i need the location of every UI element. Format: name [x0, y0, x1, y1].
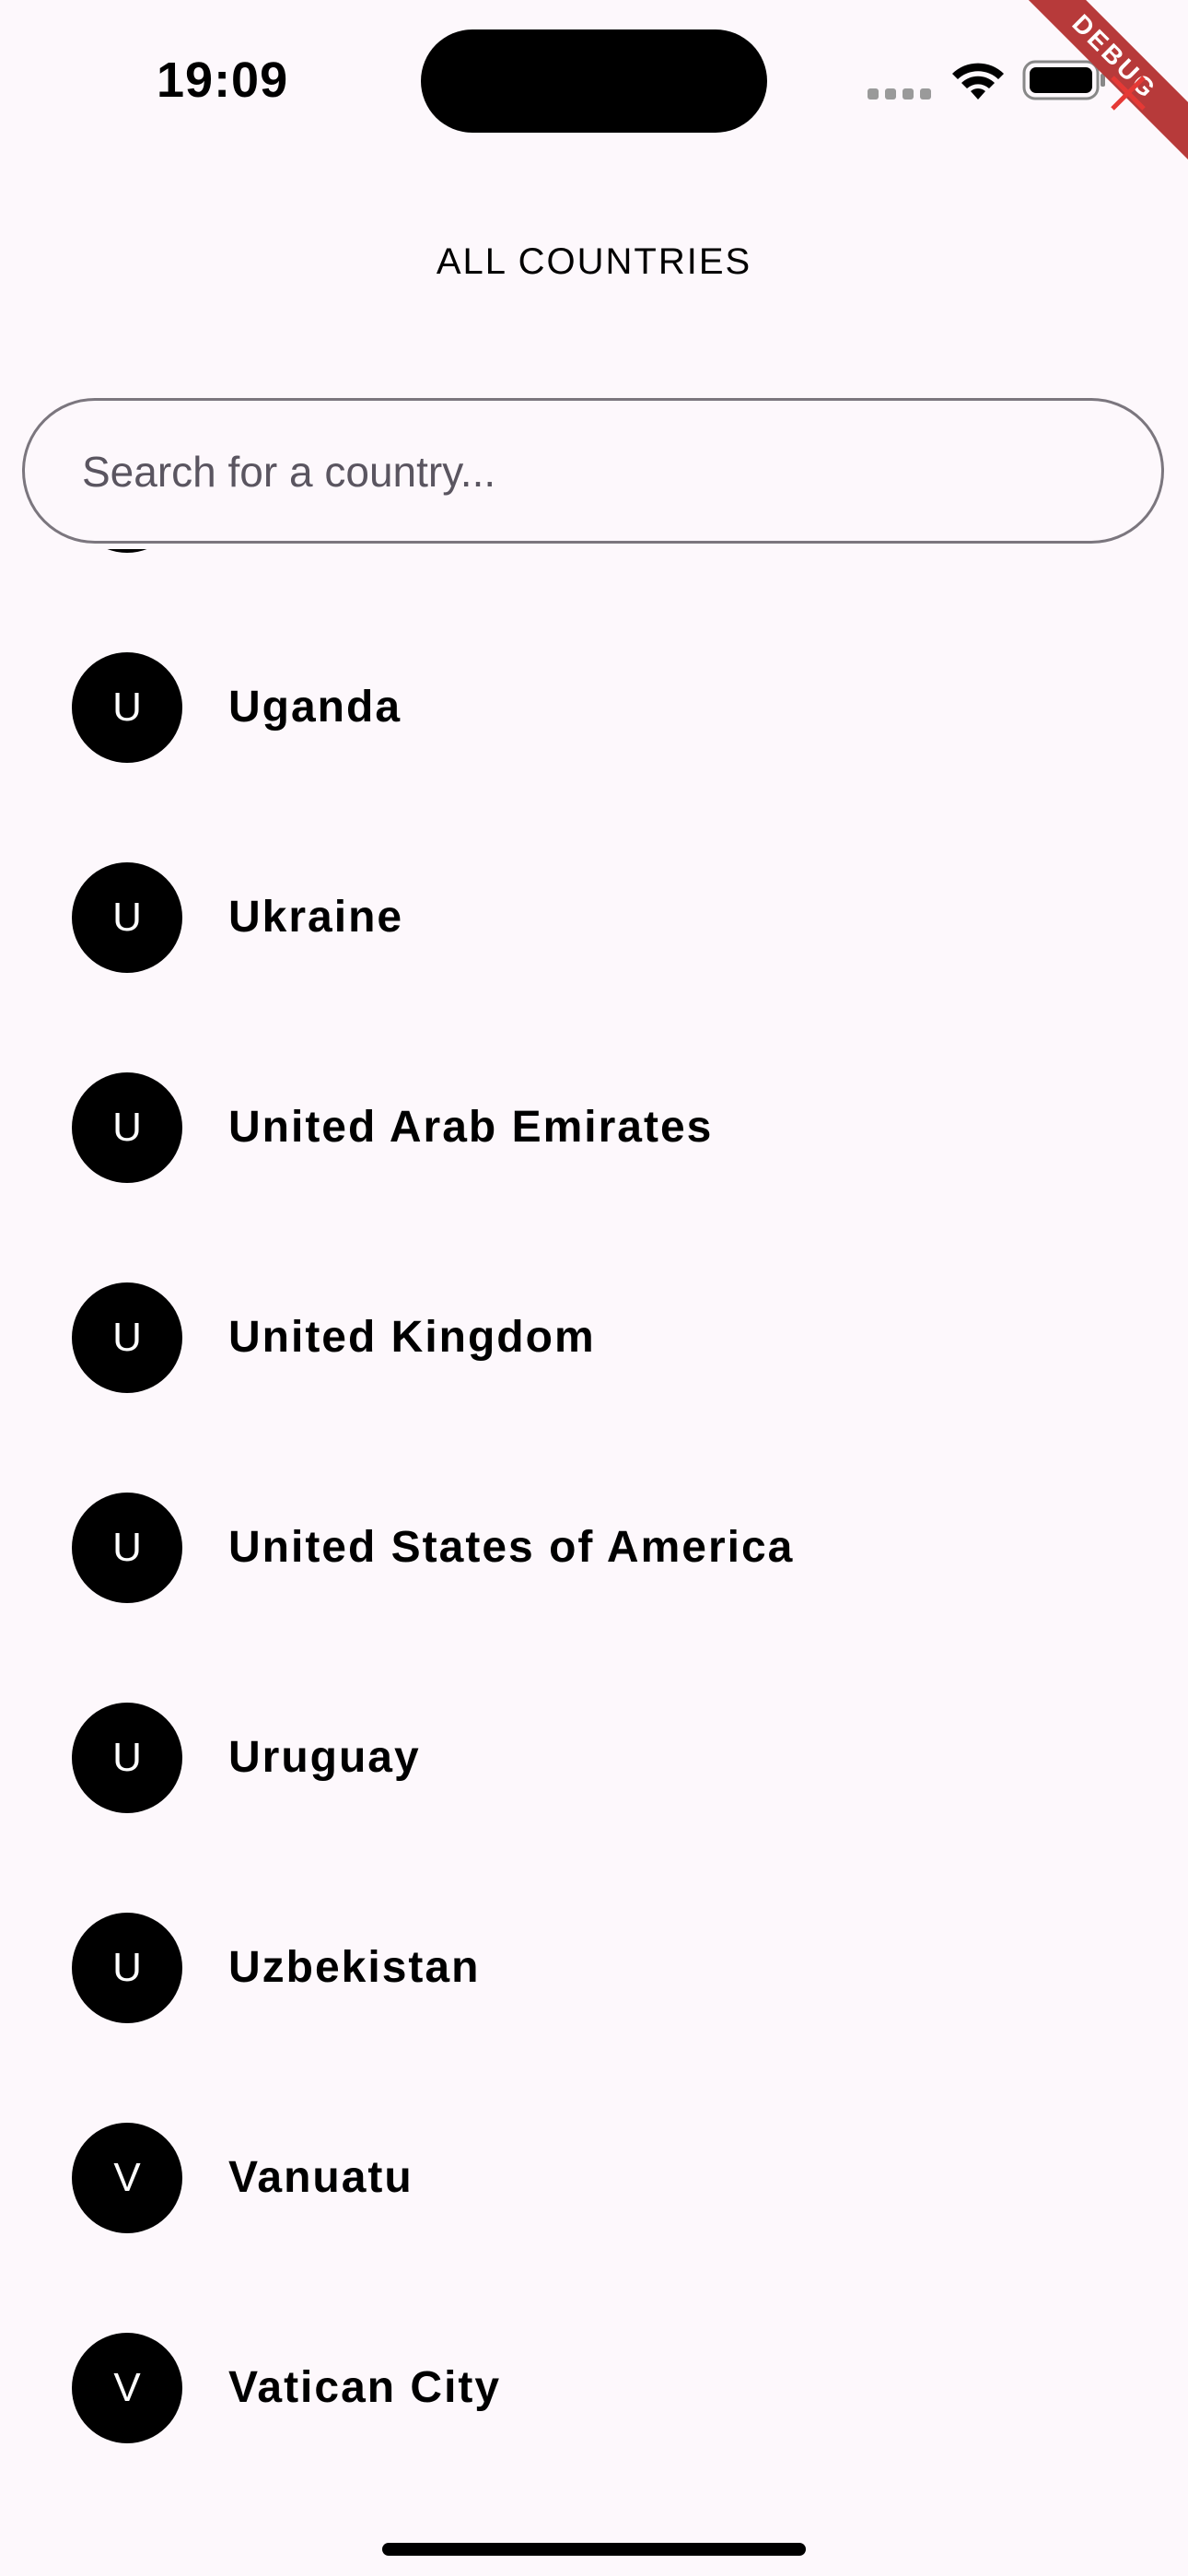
list-item[interactable]: U United Arab Emirates: [0, 1023, 1188, 1233]
search-input[interactable]: [80, 401, 1097, 543]
country-name: Vatican City: [228, 2363, 502, 2412]
country-name: United States of America: [228, 1523, 795, 1572]
country-list-viewport[interactable]: U Uganda U Ukraine U United Arab Emirate…: [0, 549, 1188, 2576]
country-name: Uganda: [228, 683, 402, 732]
list-item[interactable]: U Uganda: [0, 603, 1188, 813]
page-title: ALL COUNTRIES: [436, 241, 752, 282]
country-name: United Kingdom: [228, 1313, 596, 1362]
home-indicator[interactable]: [382, 2543, 806, 2556]
list-item[interactable]: U United Kingdom: [0, 1233, 1188, 1443]
status-icons: [868, 52, 1107, 107]
list-item[interactable]: U United States of America: [0, 1443, 1188, 1653]
cellular-signal-icon: [868, 88, 932, 101]
country-avatar: U: [72, 1282, 182, 1393]
search-field[interactable]: [22, 398, 1164, 544]
country-avatar: U: [72, 652, 182, 763]
list-item[interactable]: U Ukraine: [0, 813, 1188, 1023]
country-name: Vanuatu: [228, 2153, 413, 2202]
list-item[interactable]: V Vanuatu: [0, 2073, 1188, 2283]
list-item[interactable]: U Uzbekistan: [0, 1863, 1188, 2073]
country-avatar: V: [72, 2333, 182, 2443]
country-avatar: U: [72, 862, 182, 973]
country-name: Uruguay: [228, 1733, 421, 1782]
dynamic-island: [421, 29, 767, 133]
country-avatar: V: [72, 2123, 182, 2233]
list-item[interactable]: [0, 549, 1188, 603]
country-avatar: U: [72, 1072, 182, 1183]
country-avatar: U: [72, 1913, 182, 2023]
country-name: United Arab Emirates: [228, 1103, 714, 1152]
country-list: U Uganda U Ukraine U United Arab Emirate…: [0, 549, 1188, 2493]
list-item[interactable]: U Uruguay: [0, 1653, 1188, 1863]
status-time: 19:09: [157, 53, 289, 108]
country-name: Ukraine: [228, 893, 404, 942]
country-name: Uzbekistan: [228, 1943, 481, 1992]
wifi-icon: [952, 63, 1004, 100]
country-avatar: [72, 549, 182, 553]
country-avatar: U: [72, 1703, 182, 1813]
country-avatar: U: [72, 1493, 182, 1603]
close-icon[interactable]: [1107, 72, 1149, 114]
list-item[interactable]: V Vatican City: [0, 2283, 1188, 2493]
